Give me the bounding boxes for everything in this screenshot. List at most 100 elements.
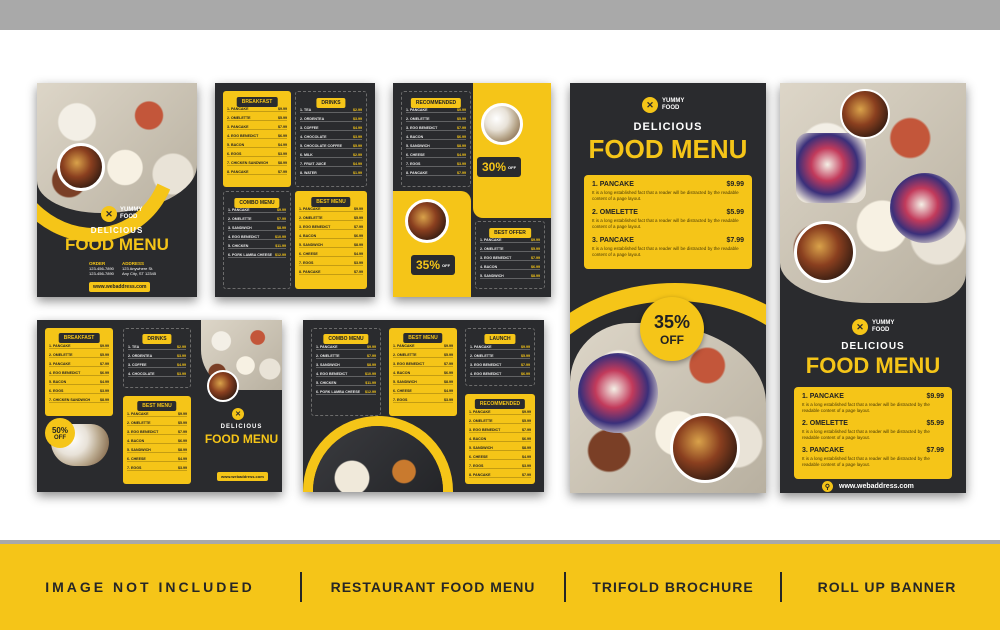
banner1-menu-item-1: 1. PANCAKE $9.99 It is a long established …: [592, 181, 744, 201]
menu-item: 6. PORK LAMBA CHEESE $12.99: [228, 253, 286, 262]
fifty-percent-badge: 50% OFF: [45, 418, 75, 448]
banner2-headline-small: DELICIOUS: [841, 341, 905, 352]
menu-item: 3. EGG BENEDICT $7.99: [406, 126, 466, 135]
menu-item-rule: [300, 157, 362, 159]
menu-item: 4. EGG BENEDICT $6.99: [470, 372, 530, 381]
banner2-menu-item-1: 1. PANCAKE $9.99 It is a long established …: [802, 393, 944, 413]
menu-item: 1. PANCAKE $9.99: [228, 208, 286, 217]
banner2-web-text: www.webaddress.com: [839, 483, 914, 490]
menu-item: 5. SANDWICH $8.99: [127, 448, 187, 457]
menu-item: 5. SANDWICH $8.99: [299, 243, 363, 252]
recommended-box: RECOMMENDED 1. PANCAKE $9.99 2. OMELETTE $5…: [401, 91, 471, 187]
menu-item-rule: [480, 251, 540, 253]
menu-item: 5. BACON $4.99: [227, 143, 287, 152]
banner1-offer-badge: 35% OFF: [640, 297, 704, 361]
menu-item: 4. BACON $6.99: [480, 265, 540, 274]
menu-item-rule: [470, 349, 530, 351]
salad-photo: [481, 103, 523, 145]
menu-item-rule: [480, 242, 540, 244]
menu-item-rule: [393, 357, 453, 359]
menu-item-rule: [228, 239, 286, 241]
menu-item-rule: [127, 425, 187, 427]
menu-item: 4. CHOCOLATE $3.99: [300, 135, 362, 144]
rollup-banner-two: ✕ YUMMY FOOD DELICIOUS FOOD MENU 1. PANCA…: [780, 83, 966, 493]
menu-item: 3. EGG BENEDICT $7.99: [299, 225, 363, 234]
menu-item: 5. SANDWICH $8.99: [393, 380, 453, 389]
banner2-waffle-photo: [796, 133, 866, 203]
menu-item: 6. PORK LAMBA CHEESE $12.99: [316, 390, 376, 399]
menu-item-rule: [300, 175, 362, 177]
banner2-menu-item-2: 2. OMELETTE $5.99 It is a long established…: [802, 420, 944, 440]
menu-item-rule: [127, 470, 187, 472]
menu-item-rule: [300, 121, 362, 123]
banner2-logo-text: YUMMY FOOD: [872, 320, 895, 333]
menu-item: 6. CHEESE $4.99: [393, 389, 453, 398]
menu-item: 8. WATER $1.99: [300, 171, 362, 180]
trifold-best-box: BEST MENU 1. PANCAKE $9.99 2. OMELETTE $5.9…: [123, 396, 191, 484]
menu-flyer-inside: BREAKFAST 1. PANCAKE $9.99 2. OMELETTE $5.9…: [215, 83, 375, 297]
inside-recommended-box: RECOMMENDED 1. PANCAKE $9.99 2. OMELETTE $5…: [465, 394, 535, 484]
menu-item-rule: [228, 248, 286, 250]
address-info: ADDRESS 123 Anywhere St. Any City, ST 1234…: [122, 261, 157, 276]
menu-item-rule: [299, 211, 363, 213]
menu-item: 6. CHEESE $4.99: [469, 455, 531, 464]
menu-item-rule: [228, 257, 286, 259]
menu-item: 1. PANCAKE $9.99: [299, 207, 363, 216]
burger-photo: [57, 143, 105, 191]
menu-item: 4. EGG BENEDICT $6.99: [49, 371, 109, 380]
menu-item: 6. EGGS $3.99: [227, 152, 287, 161]
headline-big: FOOD MENU: [65, 235, 169, 254]
menu-item: 7. EGGS $3.99: [127, 466, 187, 475]
menu-item-rule: [393, 402, 453, 404]
menu-item: 1. PANCAKE $9.99: [49, 344, 109, 353]
bar-item-image-not-included: IMAGE NOT INCLUDED: [45, 579, 255, 595]
menu-item-rule: [300, 130, 362, 132]
menu-item-rule: [316, 358, 376, 360]
menu-item-rule: [469, 477, 531, 479]
web-address-tag: www.webaddress.com: [89, 282, 151, 292]
menu-item: 2. OMELETTE $5.99: [469, 419, 531, 428]
trifold-inside: COMBO MENU 1. PANCAKE $9.99 2. OMELETTE $7.…: [303, 320, 544, 492]
menu-item: 7. EGGS $3.99: [406, 162, 466, 171]
menu-item-rule: [128, 349, 186, 351]
menu-item: 4. EGG BENEDICT $10.99: [228, 235, 286, 244]
menu-item: 5. SANDWICH $8.99: [480, 274, 540, 283]
menu-item-rule: [480, 260, 540, 262]
rollup-banner-one: ✕ YUMMY FOOD DELICIOUS FOOD MENU 1. PANCA…: [570, 83, 766, 493]
best-label: BEST MENU: [311, 197, 351, 207]
banner2-burger-photo: [794, 221, 856, 283]
banner1-logo-text: YUMMY FOOD: [662, 98, 685, 111]
mockup-stage: ✕ YUMMY FOOD DELICIOUS FOOD MENU ORDER 123…: [0, 30, 1000, 540]
menu-item-rule: [227, 138, 287, 140]
menu-item-rule: [406, 130, 466, 132]
menu-item-rule: [299, 247, 363, 249]
bottom-feature-bar: IMAGE NOT INCLUDED RESTAURANT FOOD MENU …: [0, 544, 1000, 630]
menu-item: 6. MILK $2.99: [300, 153, 362, 162]
banner1-coffee-photo: [670, 413, 740, 483]
menu-item: 4. BACON $6.99: [469, 437, 531, 446]
menu-item: 4. BACON $6.99: [393, 371, 453, 380]
menu-item: 8. PANCAKE $7.99: [406, 171, 466, 180]
menu-item-rule: [128, 358, 186, 360]
menu-item: 1. PANCAKE $9.99: [406, 108, 466, 117]
breakfast-box: BREAKFAST 1. PANCAKE $9.99 2. OMELETTE $5.9…: [223, 91, 291, 187]
menu-item-rule: [299, 238, 363, 240]
menu-item-rule: [227, 111, 287, 113]
menu-item-rule: [406, 175, 466, 177]
bar-item-roll-up-banner: ROLL UP BANNER: [817, 579, 957, 595]
banner1-headline-small: DELICIOUS: [633, 121, 703, 133]
recommended-flyer: RECOMMENDED 1. PANCAKE $9.99 2. OMELETTE $5…: [393, 83, 551, 297]
menu-item-rule: [480, 269, 540, 271]
menu-item-rule: [227, 165, 287, 167]
menu-item-rule: [300, 166, 362, 168]
menu-item: 4. BACON $6.99: [299, 234, 363, 243]
menu-item: 2. OMELETTE $5.99: [299, 216, 363, 225]
menu-item-rule: [406, 139, 466, 141]
best-offer-label: BEST OFFER: [489, 228, 531, 238]
menu-item: 1. PANCAKE $9.99: [127, 412, 187, 421]
menu-item-rule: [128, 376, 186, 378]
recommended-yellow-panel: [473, 83, 551, 218]
banner1-menu-item-2: 2. OMELETTE $5.99 It is a long established…: [592, 209, 744, 229]
menu-item-rule: [316, 367, 376, 369]
menu-item: 1. PANCAKE $9.99: [480, 238, 540, 247]
